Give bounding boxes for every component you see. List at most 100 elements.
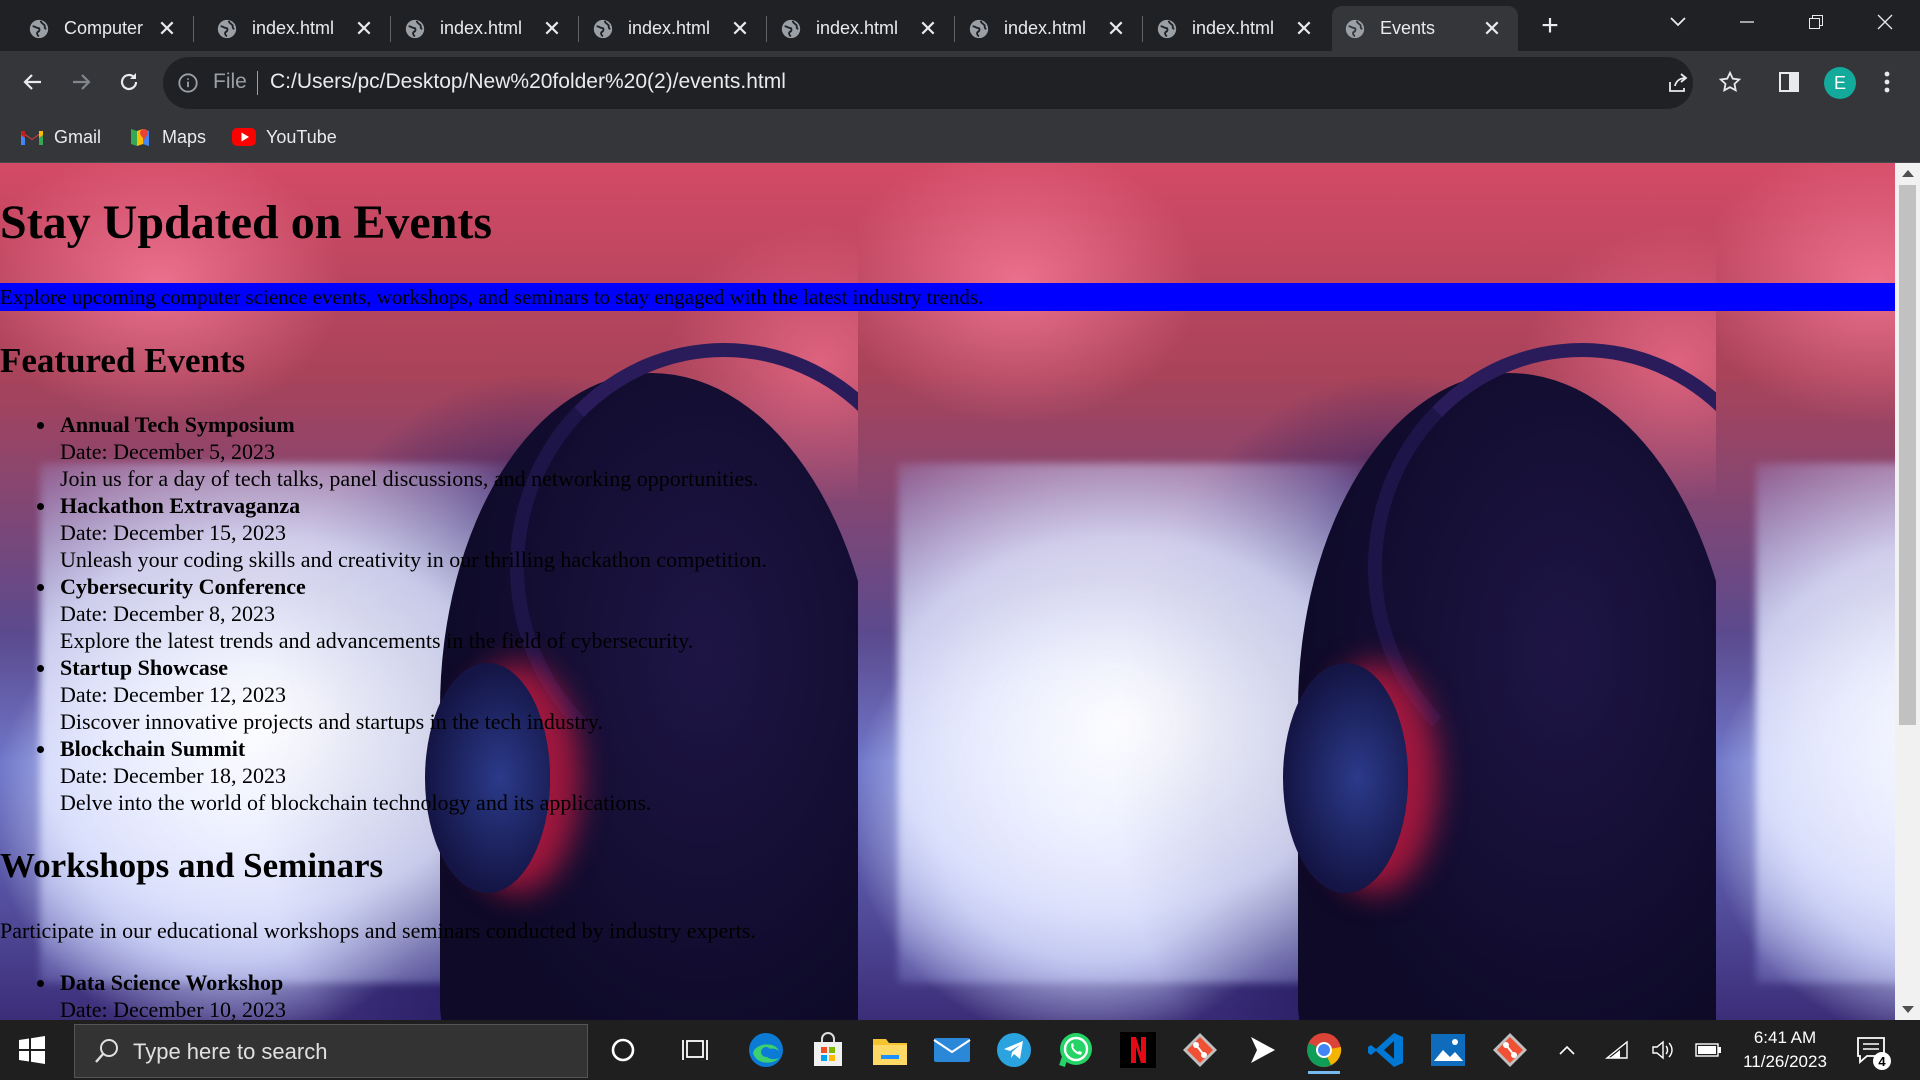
chevron-down-icon bbox=[1670, 17, 1686, 27]
youtube-icon bbox=[232, 125, 256, 149]
taskbar-app-chrome[interactable] bbox=[1298, 1026, 1350, 1074]
bookmark-maps[interactable]: Maps bbox=[128, 122, 206, 152]
task-view-icon bbox=[682, 1040, 708, 1060]
browser-toolbar: File C:/Users/pc/Desktop/New%20folder%20… bbox=[0, 51, 1920, 114]
scroll-up-arrow[interactable] bbox=[1902, 170, 1914, 177]
workshop-title: Data Science Workshop bbox=[60, 970, 284, 995]
show-hidden-icons-button[interactable] bbox=[1552, 1030, 1582, 1070]
restore-button[interactable] bbox=[1786, 0, 1846, 44]
scrollbar-thumb[interactable] bbox=[1899, 185, 1916, 725]
taskbar-app-store[interactable] bbox=[802, 1026, 854, 1074]
event-description: Delve into the world of blockchain techn… bbox=[60, 790, 652, 815]
page-scrollbar[interactable] bbox=[1895, 163, 1920, 1020]
menu-button[interactable] bbox=[1868, 63, 1906, 101]
share-icon bbox=[1669, 73, 1688, 92]
taskbar-app-netflix[interactable] bbox=[1112, 1026, 1164, 1074]
taskbar-app-git[interactable] bbox=[1174, 1026, 1226, 1074]
workshop-date: Date: December 10, 2023 bbox=[60, 997, 287, 1020]
edge-icon bbox=[749, 1033, 783, 1067]
volume-button[interactable] bbox=[1646, 1030, 1680, 1070]
taskbar-app-git-2[interactable] bbox=[1484, 1026, 1536, 1074]
network-button[interactable] bbox=[1600, 1030, 1634, 1070]
close-tab-icon[interactable]: ✕ bbox=[1104, 16, 1128, 41]
battery-button[interactable] bbox=[1692, 1030, 1726, 1070]
taskbar-app-photos[interactable] bbox=[1422, 1026, 1474, 1074]
bullet bbox=[37, 746, 44, 753]
back-button[interactable] bbox=[14, 63, 52, 101]
more-vertical-icon bbox=[1884, 71, 1890, 93]
media-player-icon bbox=[1251, 1037, 1275, 1063]
reload-button[interactable] bbox=[110, 63, 148, 101]
close-tab-icon[interactable]: ✕ bbox=[1480, 16, 1504, 41]
event-description: Join us for a day of tech talks, panel d… bbox=[60, 466, 759, 491]
globe-icon bbox=[969, 19, 989, 38]
globe-icon bbox=[781, 19, 801, 38]
taskbar-search[interactable]: Type here to search bbox=[74, 1024, 588, 1078]
forward-button[interactable] bbox=[62, 63, 100, 101]
new-tab-button[interactable]: + bbox=[1533, 9, 1567, 43]
notification-count-badge: 4 bbox=[1873, 1052, 1891, 1070]
tab-computer[interactable]: Computer ✕ bbox=[16, 6, 194, 51]
bookmark-star-button[interactable] bbox=[1711, 63, 1749, 101]
cortana-button[interactable] bbox=[597, 1026, 649, 1074]
bullet bbox=[37, 980, 44, 987]
event-description: Discover innovative projects and startup… bbox=[60, 709, 603, 734]
bookmark-label: YouTube bbox=[266, 126, 337, 147]
close-tab-icon[interactable]: ✕ bbox=[1292, 16, 1316, 41]
tab-index-2[interactable]: index.html ✕ bbox=[392, 6, 579, 51]
close-tab-icon[interactable]: ✕ bbox=[155, 16, 179, 41]
taskbar-app-telegram[interactable] bbox=[988, 1026, 1040, 1074]
bookmark-label: Maps bbox=[162, 126, 207, 147]
system-clock[interactable]: 6:41 AM 11/26/2023 bbox=[1730, 1026, 1840, 1074]
tab-index-4[interactable]: index.html ✕ bbox=[768, 6, 955, 51]
bullet bbox=[37, 584, 44, 591]
taskbar-app-mail[interactable] bbox=[926, 1026, 978, 1074]
share-button[interactable] bbox=[1664, 69, 1692, 97]
minimize-button[interactable] bbox=[1717, 0, 1777, 44]
side-panel-button[interactable] bbox=[1770, 63, 1808, 101]
netflix-icon bbox=[1120, 1032, 1156, 1068]
bookmark-gmail[interactable]: Gmail bbox=[20, 122, 101, 152]
tab-index-3[interactable]: index.html ✕ bbox=[580, 6, 767, 51]
task-view-button[interactable] bbox=[669, 1026, 721, 1074]
restore-icon bbox=[1809, 15, 1823, 29]
side-panel-icon bbox=[1779, 72, 1799, 92]
telegram-icon bbox=[997, 1033, 1031, 1067]
chrome-icon bbox=[1307, 1033, 1342, 1067]
bookmark-youtube[interactable]: YouTube bbox=[232, 122, 337, 152]
profile-avatar[interactable]: E bbox=[1824, 67, 1856, 99]
close-tab-icon[interactable]: ✕ bbox=[352, 16, 376, 41]
maps-icon bbox=[128, 125, 152, 149]
tab-events[interactable]: Events ✕ bbox=[1332, 6, 1518, 51]
tab-index-5[interactable]: index.html ✕ bbox=[956, 6, 1143, 51]
mail-icon bbox=[933, 1038, 971, 1062]
tab-index-6[interactable]: index.html ✕ bbox=[1144, 6, 1330, 51]
url-text[interactable]: C:/Users/pc/Desktop/New%20folder%20(2)/e… bbox=[270, 70, 786, 94]
taskbar-app-media-player[interactable] bbox=[1236, 1026, 1288, 1074]
address-bar[interactable]: File C:/Users/pc/Desktop/New%20folder%20… bbox=[163, 57, 1693, 109]
tab-search-button[interactable] bbox=[1648, 0, 1708, 44]
event-description: Unleash your coding skills and creativit… bbox=[60, 547, 767, 572]
taskbar-app-vscode[interactable] bbox=[1360, 1026, 1412, 1074]
event-title: Blockchain Summit bbox=[60, 736, 246, 761]
scroll-down-arrow[interactable] bbox=[1902, 1006, 1914, 1013]
close-tab-icon[interactable]: ✕ bbox=[728, 16, 752, 41]
close-window-button[interactable] bbox=[1855, 0, 1915, 44]
close-tab-icon[interactable]: ✕ bbox=[540, 16, 564, 41]
info-icon[interactable] bbox=[177, 72, 199, 94]
bookmark-label: Gmail bbox=[54, 126, 102, 147]
reload-icon bbox=[120, 73, 138, 91]
taskbar-app-file-explorer[interactable] bbox=[864, 1026, 916, 1074]
close-tab-icon[interactable]: ✕ bbox=[916, 16, 940, 41]
taskbar-app-edge[interactable] bbox=[740, 1026, 792, 1074]
windows-start-icon[interactable] bbox=[18, 1036, 46, 1064]
tab-title: Events bbox=[1380, 18, 1436, 38]
clock-date: 11/26/2023 bbox=[1743, 1052, 1827, 1071]
taskbar-app-whatsapp[interactable] bbox=[1050, 1026, 1102, 1074]
tab-title: index.html bbox=[1192, 18, 1275, 38]
tab-title: index.html bbox=[628, 18, 711, 38]
minimize-icon bbox=[1740, 21, 1754, 23]
event-title: Cybersecurity Conference bbox=[60, 574, 306, 599]
tab-index-1[interactable]: index.html ✕ bbox=[204, 6, 391, 51]
bookmarks-bar: Gmail Maps YouTube bbox=[0, 114, 1920, 163]
